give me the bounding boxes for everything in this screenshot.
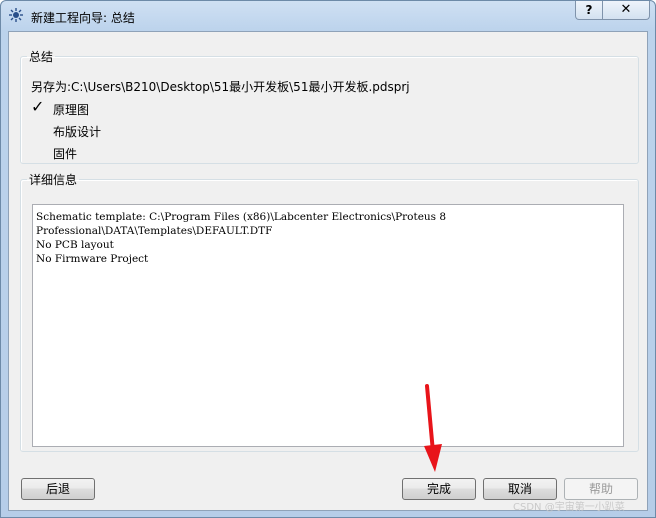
details-line: Schematic template: C:\Program Files (x8… (36, 211, 447, 223)
close-button[interactable]: ✕ (602, 1, 650, 20)
title-bar[interactable]: 新建工程向导: 总结 ? ✕ (1, 1, 655, 31)
summary-legend: 总结 (29, 50, 54, 64)
help-caption-button[interactable]: ? (575, 1, 603, 20)
details-legend: 详细信息 (29, 173, 78, 187)
dialog-client-area: 总结 另存为:C:\Users\B210\Desktop\51最小开发板\51最… (8, 31, 648, 511)
summary-item-schematic: 原理图 (53, 103, 90, 117)
details-textbox[interactable]: Schematic template: C:\Program Files (x8… (32, 204, 624, 447)
finish-button[interactable]: 完成 (402, 478, 476, 500)
details-line: Professional\DATA\Templates\DEFAULT.DTF (36, 225, 273, 237)
details-group: 详细信息 Schematic template: C:\Program File… (20, 171, 639, 452)
summary-item-firmware: 固件 (53, 147, 78, 161)
help-button[interactable]: 帮助 (564, 478, 638, 500)
details-line: No Firmware Project (36, 253, 149, 265)
summary-group: 总结 另存为:C:\Users\B210\Desktop\51最小开发板\51最… (20, 48, 639, 164)
summary-item-pcb-layout: 布版设计 (53, 125, 102, 139)
watermark: CSDN @宇宙第一小趴菜 (513, 502, 625, 513)
back-button[interactable]: 后退 (21, 478, 95, 500)
wizard-window: 新建工程向导: 总结 ? ✕ 总结 另存为:C:\Users\B210\Desk… (0, 0, 656, 518)
window-title: 新建工程向导: 总结 (31, 11, 135, 25)
proteus-app-icon (9, 8, 23, 22)
save-as-path: 另存为:C:\Users\B210\Desktop\51最小开发板\51最小开发… (31, 80, 410, 94)
cancel-button[interactable]: 取消 (483, 478, 557, 500)
check-icon: ✓ (31, 97, 45, 116)
details-text: Schematic template: C:\Program Files (x8… (33, 205, 623, 266)
details-line: No PCB layout (36, 239, 114, 251)
